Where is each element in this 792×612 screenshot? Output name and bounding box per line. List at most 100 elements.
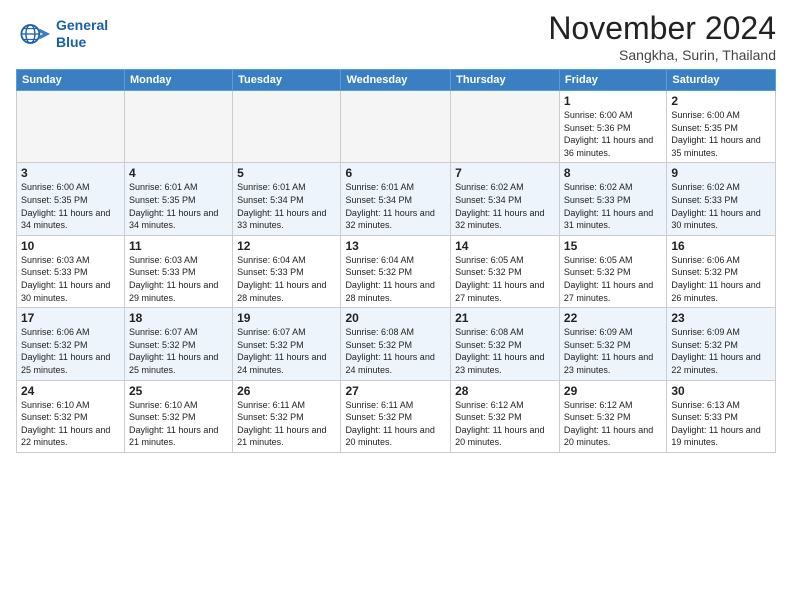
day-number: 24 (21, 384, 120, 398)
day-number: 16 (671, 239, 771, 253)
calendar-cell: 27Sunrise: 6:11 AM Sunset: 5:32 PM Dayli… (341, 380, 451, 452)
day-info: Sunrise: 6:07 AM Sunset: 5:32 PM Dayligh… (237, 326, 336, 376)
day-number: 12 (237, 239, 336, 253)
day-info: Sunrise: 6:05 AM Sunset: 5:32 PM Dayligh… (455, 254, 555, 304)
day-info: Sunrise: 6:03 AM Sunset: 5:33 PM Dayligh… (129, 254, 228, 304)
day-info: Sunrise: 6:02 AM Sunset: 5:33 PM Dayligh… (564, 181, 662, 231)
calendar-cell: 16Sunrise: 6:06 AM Sunset: 5:32 PM Dayli… (667, 235, 776, 307)
day-info: Sunrise: 6:10 AM Sunset: 5:32 PM Dayligh… (129, 399, 228, 449)
day-info: Sunrise: 6:12 AM Sunset: 5:32 PM Dayligh… (564, 399, 662, 449)
calendar-cell (17, 91, 125, 163)
calendar-cell: 1Sunrise: 6:00 AM Sunset: 5:36 PM Daylig… (559, 91, 666, 163)
day-info: Sunrise: 6:12 AM Sunset: 5:32 PM Dayligh… (455, 399, 555, 449)
calendar-cell: 26Sunrise: 6:11 AM Sunset: 5:32 PM Dayli… (233, 380, 341, 452)
calendar-cell: 24Sunrise: 6:10 AM Sunset: 5:32 PM Dayli… (17, 380, 125, 452)
day-info: Sunrise: 6:09 AM Sunset: 5:32 PM Dayligh… (564, 326, 662, 376)
day-number: 17 (21, 311, 120, 325)
day-info: Sunrise: 6:01 AM Sunset: 5:34 PM Dayligh… (345, 181, 446, 231)
title-block: November 2024 Sangkha, Surin, Thailand (548, 10, 776, 63)
day-info: Sunrise: 6:02 AM Sunset: 5:33 PM Dayligh… (671, 181, 771, 231)
day-number: 2 (671, 94, 771, 108)
calendar-table: SundayMondayTuesdayWednesdayThursdayFrid… (16, 69, 776, 453)
day-number: 28 (455, 384, 555, 398)
calendar-cell: 20Sunrise: 6:08 AM Sunset: 5:32 PM Dayli… (341, 308, 451, 380)
day-info: Sunrise: 6:06 AM Sunset: 5:32 PM Dayligh… (671, 254, 771, 304)
calendar-cell: 6Sunrise: 6:01 AM Sunset: 5:34 PM Daylig… (341, 163, 451, 235)
day-info: Sunrise: 6:04 AM Sunset: 5:33 PM Dayligh… (237, 254, 336, 304)
calendar-cell: 10Sunrise: 6:03 AM Sunset: 5:33 PM Dayli… (17, 235, 125, 307)
calendar-cell: 11Sunrise: 6:03 AM Sunset: 5:33 PM Dayli… (124, 235, 232, 307)
calendar-cell (233, 91, 341, 163)
day-info: Sunrise: 6:13 AM Sunset: 5:33 PM Dayligh… (671, 399, 771, 449)
day-number: 7 (455, 166, 555, 180)
month-title: November 2024 (548, 10, 776, 47)
day-number: 25 (129, 384, 228, 398)
day-number: 19 (237, 311, 336, 325)
day-info: Sunrise: 6:10 AM Sunset: 5:32 PM Dayligh… (21, 399, 120, 449)
day-number: 10 (21, 239, 120, 253)
logo-general: General (56, 17, 108, 33)
day-number: 11 (129, 239, 228, 253)
day-info: Sunrise: 6:01 AM Sunset: 5:34 PM Dayligh… (237, 181, 336, 231)
day-number: 18 (129, 311, 228, 325)
logo-blue: Blue (56, 34, 86, 50)
calendar-cell (341, 91, 451, 163)
weekday-wednesday: Wednesday (341, 70, 451, 91)
location: Sangkha, Surin, Thailand (548, 47, 776, 63)
day-number: 13 (345, 239, 446, 253)
day-number: 14 (455, 239, 555, 253)
calendar-cell (451, 91, 560, 163)
header: General Blue November 2024 Sangkha, Suri… (16, 10, 776, 63)
day-number: 5 (237, 166, 336, 180)
calendar-cell: 25Sunrise: 6:10 AM Sunset: 5:32 PM Dayli… (124, 380, 232, 452)
day-number: 3 (21, 166, 120, 180)
calendar-cell: 4Sunrise: 6:01 AM Sunset: 5:35 PM Daylig… (124, 163, 232, 235)
day-info: Sunrise: 6:09 AM Sunset: 5:32 PM Dayligh… (671, 326, 771, 376)
day-number: 23 (671, 311, 771, 325)
calendar-cell (124, 91, 232, 163)
week-row-4: 17Sunrise: 6:06 AM Sunset: 5:32 PM Dayli… (17, 308, 776, 380)
day-info: Sunrise: 6:02 AM Sunset: 5:34 PM Dayligh… (455, 181, 555, 231)
calendar-cell: 2Sunrise: 6:00 AM Sunset: 5:35 PM Daylig… (667, 91, 776, 163)
calendar-cell: 22Sunrise: 6:09 AM Sunset: 5:32 PM Dayli… (559, 308, 666, 380)
day-info: Sunrise: 6:11 AM Sunset: 5:32 PM Dayligh… (345, 399, 446, 449)
calendar-cell: 17Sunrise: 6:06 AM Sunset: 5:32 PM Dayli… (17, 308, 125, 380)
day-number: 6 (345, 166, 446, 180)
week-row-2: 3Sunrise: 6:00 AM Sunset: 5:35 PM Daylig… (17, 163, 776, 235)
day-info: Sunrise: 6:05 AM Sunset: 5:32 PM Dayligh… (564, 254, 662, 304)
calendar-cell: 13Sunrise: 6:04 AM Sunset: 5:32 PM Dayli… (341, 235, 451, 307)
day-number: 30 (671, 384, 771, 398)
calendar-cell: 9Sunrise: 6:02 AM Sunset: 5:33 PM Daylig… (667, 163, 776, 235)
day-number: 8 (564, 166, 662, 180)
calendar-cell: 12Sunrise: 6:04 AM Sunset: 5:33 PM Dayli… (233, 235, 341, 307)
week-row-1: 1Sunrise: 6:00 AM Sunset: 5:36 PM Daylig… (17, 91, 776, 163)
day-number: 9 (671, 166, 771, 180)
day-number: 1 (564, 94, 662, 108)
week-row-3: 10 Sunrise: 6:03 AM Sunset: 5:33 PM Dayli… (17, 235, 776, 307)
day-number: 27 (345, 384, 446, 398)
day-info: Sunrise: 6:08 AM Sunset: 5:32 PM Dayligh… (455, 326, 555, 376)
calendar-cell: 23Sunrise: 6:09 AM Sunset: 5:32 PM Dayli… (667, 308, 776, 380)
calendar-cell: 18Sunrise: 6:07 AM Sunset: 5:32 PM Dayli… (124, 308, 232, 380)
weekday-header-row: SundayMondayTuesdayWednesdayThursdayFrid… (17, 70, 776, 91)
weekday-friday: Friday (559, 70, 666, 91)
calendar-cell: 7Sunrise: 6:02 AM Sunset: 5:34 PM Daylig… (451, 163, 560, 235)
calendar-cell: 15Sunrise: 6:05 AM Sunset: 5:32 PM Dayli… (559, 235, 666, 307)
day-info: Sunrise: 6:04 AM Sunset: 5:32 PM Dayligh… (345, 254, 446, 304)
day-info: Sunrise: 6:11 AM Sunset: 5:32 PM Dayligh… (237, 399, 336, 449)
day-info: Sunrise: 6:06 AM Sunset: 5:32 PM Dayligh… (21, 326, 120, 376)
day-info: Sunrise: 6:08 AM Sunset: 5:32 PM Dayligh… (345, 326, 446, 376)
day-info: Sunrise: 6:07 AM Sunset: 5:32 PM Dayligh… (129, 326, 228, 376)
day-number: 21 (455, 311, 555, 325)
day-info: Sunrise: 6:01 AM Sunset: 5:35 PM Dayligh… (129, 181, 228, 231)
week-row-5: 24Sunrise: 6:10 AM Sunset: 5:32 PM Dayli… (17, 380, 776, 452)
day-number: 29 (564, 384, 662, 398)
calendar-cell: 30Sunrise: 6:13 AM Sunset: 5:33 PM Dayli… (667, 380, 776, 452)
day-number: 15 (564, 239, 662, 253)
weekday-sunday: Sunday (17, 70, 125, 91)
calendar-cell: 28Sunrise: 6:12 AM Sunset: 5:32 PM Dayli… (451, 380, 560, 452)
weekday-monday: Monday (124, 70, 232, 91)
calendar-cell: 19Sunrise: 6:07 AM Sunset: 5:32 PM Dayli… (233, 308, 341, 380)
weekday-saturday: Saturday (667, 70, 776, 91)
day-info: Sunrise: 6:00 AM Sunset: 5:35 PM Dayligh… (21, 181, 120, 231)
